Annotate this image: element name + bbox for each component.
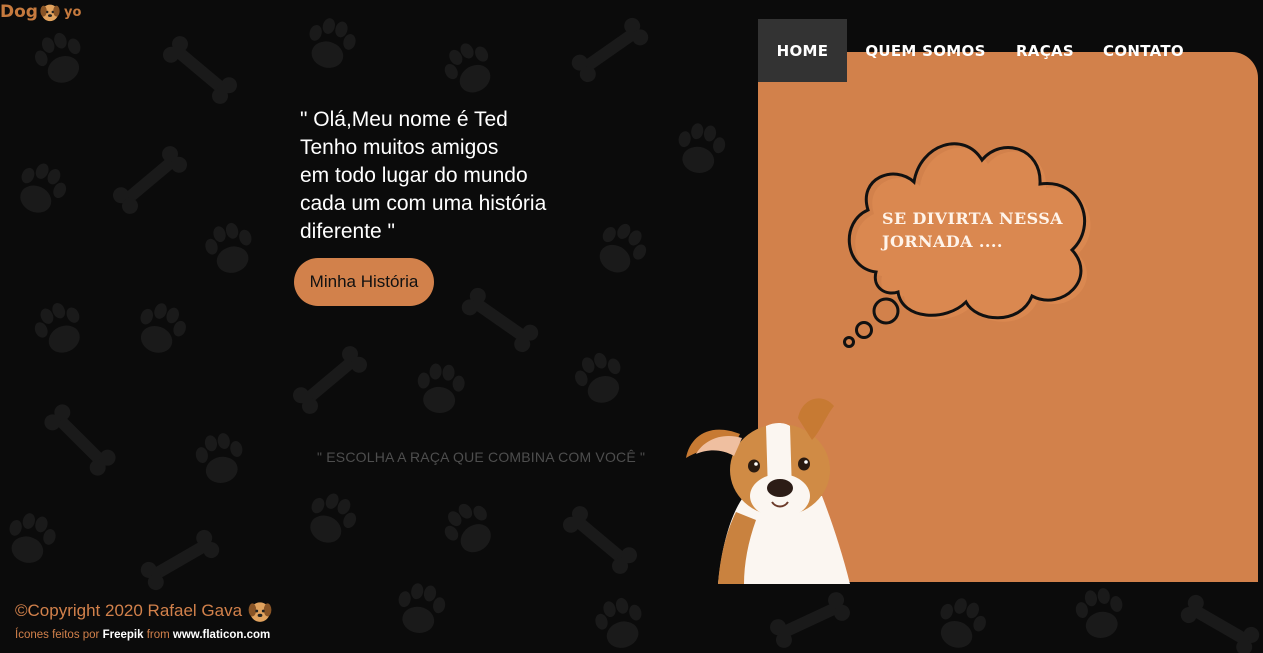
bubble-line: SE DIVIRTA NESSA <box>882 209 1064 228</box>
quote-line: em todo lugar do mundo <box>300 164 528 187</box>
puppy-image <box>686 398 850 584</box>
bubble-line: JORNADA .... <box>882 232 1003 251</box>
nav-quem-somos[interactable]: QUEM SOMOS <box>847 19 1004 82</box>
credit-from: from <box>146 629 170 641</box>
dog-face-icon <box>40 4 60 22</box>
main-nav: HOME QUEM SOMOS RAÇAS CONTATO <box>758 19 1201 82</box>
flaticon-link[interactable]: www.flaticon.com <box>173 629 270 641</box>
minha-historia-button[interactable]: Minha História <box>294 258 434 306</box>
quote-line: diferente " <box>300 220 396 243</box>
dog-face-icon <box>248 602 272 622</box>
nav-home[interactable]: HOME <box>758 19 847 82</box>
credit-prefix: Ícones feitos por <box>15 629 100 641</box>
hero-tagline: " ESCOLHA A RAÇA QUE COMBINA COM VOCÊ " <box>317 449 646 465</box>
nav-contato[interactable]: CONTATO <box>1086 19 1201 82</box>
nav-racas[interactable]: RAÇAS <box>1004 19 1086 82</box>
icon-credits: Ícones feitos por Freepik from www.flati… <box>15 629 273 641</box>
copyright-row: ©Copyright 2020 Rafael Gava <box>15 598 273 624</box>
freepik-link[interactable]: Freepik <box>103 629 144 641</box>
quote-line: " Olá,Meu nome é Ted <box>300 108 508 131</box>
brand-name-right: yo <box>63 4 82 20</box>
footer: ©Copyright 2020 Rafael Gava Ícones feito… <box>15 598 273 641</box>
brand-name-left: Dog <box>0 2 38 22</box>
copyright-text: ©Copyright 2020 Rafael Gava <box>15 601 243 620</box>
brand-logo[interactable]: Dog yo <box>0 0 81 24</box>
quote-line: cada um com uma história <box>300 192 547 215</box>
bubble-text: SE DIVIRTA NESSA JORNADA .... <box>882 207 1092 253</box>
hero-quote: " Olá,Meu nome é Ted Tenho muitos amigos… <box>300 106 620 246</box>
quote-line: Tenho muitos amigos <box>300 136 499 159</box>
